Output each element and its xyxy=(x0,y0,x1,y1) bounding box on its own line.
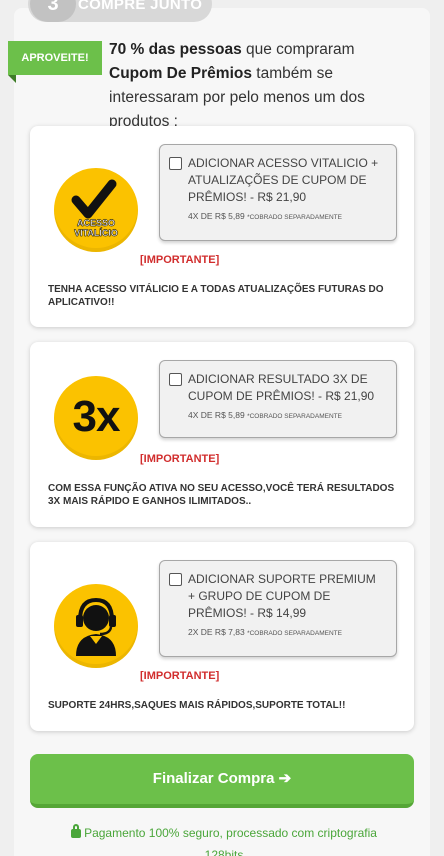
offer-card-3x: 3x ADICIONAR RESULTADO 3X DE CUPOM DE PR… xyxy=(30,342,414,527)
3x-icon: 3x xyxy=(54,376,138,460)
offer-checkbox-lifetime[interactable] xyxy=(169,157,182,170)
aproveite-badge: APROVEITE! xyxy=(8,41,102,75)
charged-separately-note: *COBRADO SEPARADAMENTE xyxy=(247,630,342,637)
intro-product: Cupom De Prêmios xyxy=(109,65,252,82)
charged-separately-note: *COBRADO SEPARADAMENTE xyxy=(247,214,342,221)
offer-option-3x[interactable]: ADICIONAR RESULTADO 3X DE CUPOM DE PRÊMI… xyxy=(159,360,397,438)
finish-purchase-button[interactable]: Finalizar Compra ➔ xyxy=(30,754,414,808)
offer-card-lifetime: ACESSO VITALÍCIO ADICIONAR ACESSO VITALI… xyxy=(30,126,414,327)
installments-value: 2X DE R$ 7,83 xyxy=(188,627,245,637)
installments-value: 4X DE R$ 5,89 xyxy=(188,211,245,221)
offer-installments: 4X DE R$ 5,89 *COBRADO SEPARADAMENTE xyxy=(188,410,386,420)
secure-payment-text: Pagamento 100% seguro, processado com cr… xyxy=(84,826,377,856)
lifetime-access-icon: ACESSO VITALÍCIO xyxy=(54,168,138,252)
offer-installments: 2X DE R$ 7,83 *COBRADO SEPARADAMENTE xyxy=(188,627,386,637)
intro-highlight: 70 % das pessoas xyxy=(109,41,242,58)
offer-option-support[interactable]: ADICIONAR SUPORTE PREMIUM + GRUPO DE CUP… xyxy=(159,560,397,657)
offer-checkbox-support[interactable] xyxy=(169,573,182,586)
important-link[interactable]: [IMPORTANTE] xyxy=(30,670,414,682)
important-link[interactable]: [IMPORTANTE] xyxy=(30,254,414,266)
intro-text-1: que compraram xyxy=(241,41,355,58)
offer-description: COM ESSA FUNÇÃO ATIVA NO SEU ACESSO,VOCÊ… xyxy=(48,483,395,507)
secure-payment-note: Pagamento 100% seguro, processado com cr… xyxy=(54,822,394,856)
offer-card-support: ADICIONAR SUPORTE PREMIUM + GRUPO DE CUP… xyxy=(30,542,414,731)
offer-option-lifetime[interactable]: ADICIONAR ACESSO VITALICIO + ATUALIZAÇÕE… xyxy=(159,144,397,241)
important-link[interactable]: [IMPORTANTE] xyxy=(30,453,414,465)
offer-title: ADICIONAR ACESSO VITALICIO + ATUALIZAÇÕE… xyxy=(188,156,379,204)
step-title: COMPRE JUNTO xyxy=(78,0,203,13)
offer-title: ADICIONAR RESULTADO 3X DE CUPOM DE PRÊMI… xyxy=(188,372,375,403)
intro-text: 70 % das pessoas que compraram Cupom De … xyxy=(109,38,409,134)
lock-icon xyxy=(71,824,82,838)
offer-checkbox-3x[interactable] xyxy=(169,373,182,386)
lifetime-icon-text: ACESSO VITALÍCIO xyxy=(74,218,118,238)
badge-fold xyxy=(8,75,16,83)
offer-installments: 4X DE R$ 5,89 *COBRADO SEPARADAMENTE xyxy=(188,211,386,221)
offer-description: TENHA ACESSO VITÁLICIO E A TODAS ATUALIZ… xyxy=(48,284,384,308)
installments-value: 4X DE R$ 5,89 xyxy=(188,410,245,420)
offer-description: SUPORTE 24HRS,SAQUES MAIS RÁPIDOS,SUPORT… xyxy=(48,700,346,711)
3x-icon-text: 3x xyxy=(72,392,121,441)
charged-separately-note: *COBRADO SEPARADAMENTE xyxy=(247,413,342,420)
offer-title: ADICIONAR SUPORTE PREMIUM + GRUPO DE CUP… xyxy=(188,572,376,620)
support-agent-icon xyxy=(54,584,138,668)
